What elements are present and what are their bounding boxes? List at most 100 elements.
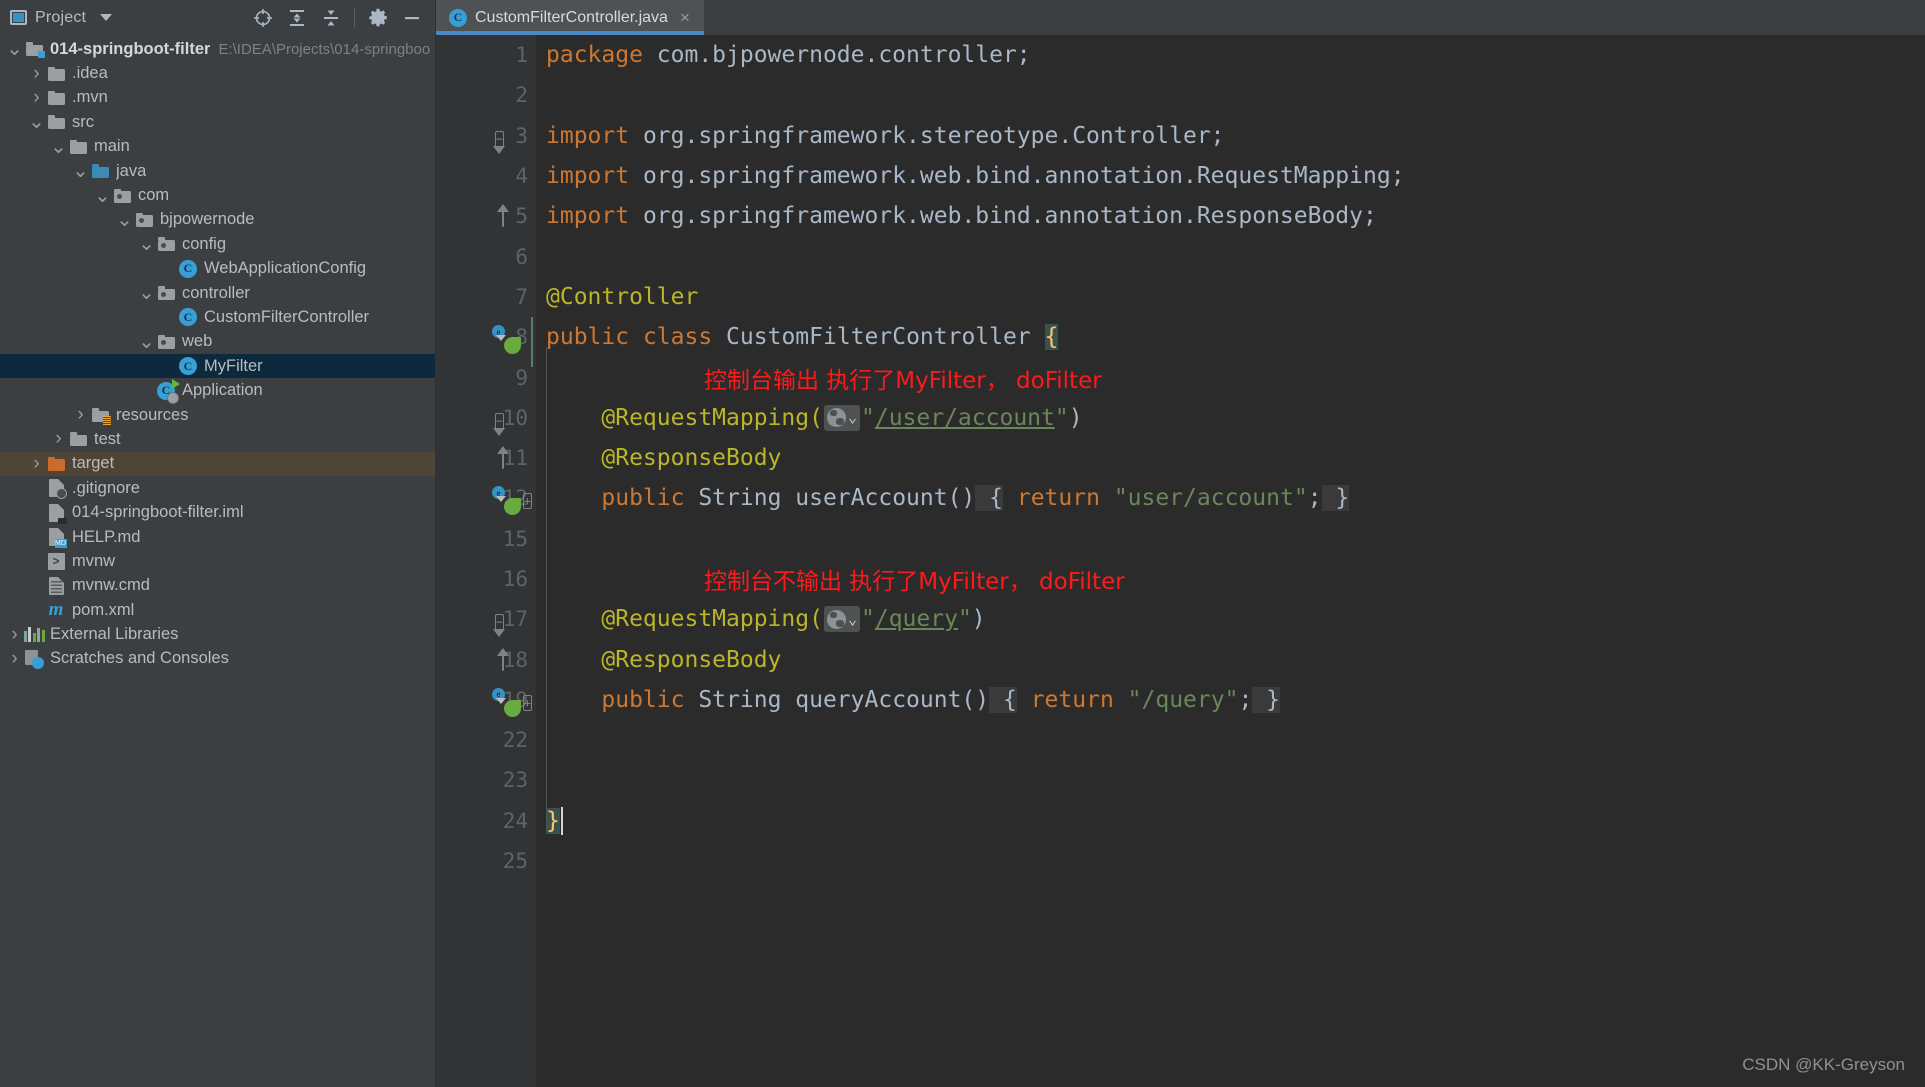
gutter-line-16[interactable]: 16 [436, 559, 536, 599]
project-panel-title[interactable]: Project [10, 9, 113, 27]
code-line-25[interactable] [546, 841, 1925, 881]
tree-item-014-springboot-filter-iml[interactable]: 014-springboot-filter.iml [0, 500, 435, 524]
code-line-8[interactable]: public class CustomFilterController { [546, 317, 1925, 357]
expand-all-icon[interactable] [280, 3, 314, 33]
code-fold-collapse-icon[interactable]: − [494, 614, 504, 631]
code-line-3[interactable]: import org.springframework.stereotype.Co… [546, 116, 1925, 156]
gutter-line-5[interactable]: 5 [436, 196, 536, 236]
code-line-18[interactable]: @ResponseBody [546, 639, 1925, 679]
locate-icon[interactable] [246, 3, 280, 33]
tree-item-test[interactable]: › test [0, 427, 435, 451]
gutter-line-23[interactable]: 23 [436, 760, 536, 800]
code-line-24[interactable]: } [546, 801, 1925, 841]
gutter-line-18[interactable]: 18 [436, 639, 536, 679]
chevron-down-icon[interactable]: ⌄ [6, 39, 23, 59]
tree-item-mvnw-cmd[interactable]: mvnw.cmd [0, 574, 435, 598]
chevron-right-icon[interactable]: › [72, 405, 89, 424]
code-line-2[interactable] [546, 75, 1925, 115]
gutter-line-4[interactable]: 4 [436, 156, 536, 196]
code-fold-end-icon[interactable] [502, 654, 504, 671]
gutter-line-22[interactable]: 22 [436, 720, 536, 760]
tree-item-pom-xml[interactable]: m pom.xml [0, 598, 435, 622]
code-line-23[interactable] [546, 760, 1925, 800]
chevron-right-icon[interactable]: › [28, 454, 45, 473]
tree-item-controller[interactable]: ⌄ controller [0, 281, 435, 305]
gutter-line-6[interactable]: 6 [436, 236, 536, 276]
code-line-6[interactable] [546, 236, 1925, 276]
tree-item-application[interactable]: C Application [0, 378, 435, 404]
gutter-marker[interactable] [502, 446, 504, 470]
gutter-line-19[interactable]: e+19 [436, 680, 536, 720]
chevron-down-icon[interactable]: ⌄ [138, 234, 155, 254]
tree-item-com[interactable]: ⌄ com [0, 183, 435, 207]
gutter-marker[interactable]: − [494, 124, 504, 148]
gutter-line-24[interactable]: 24 [436, 801, 536, 841]
gutter-marker[interactable] [502, 648, 504, 672]
code-line-11[interactable]: @ResponseBody [546, 438, 1925, 478]
code-line-19[interactable]: public String queryAccount() { return "/… [546, 680, 1925, 720]
gutter-line-3[interactable]: −3 [436, 116, 536, 156]
tab-custom-filter-controller[interactable]: C CustomFilterController.java × [436, 0, 704, 35]
chevron-right-icon[interactable]: › [50, 429, 67, 448]
gutter-line-2[interactable]: 2 [436, 75, 536, 115]
gutter-marker[interactable] [502, 204, 504, 228]
chevron-down-icon[interactable]: ⌄ [848, 611, 857, 627]
tree-item-customfiltercontroller[interactable]: C CustomFilterController [0, 305, 435, 329]
chevron-right-icon[interactable]: › [28, 64, 45, 83]
code-line-9[interactable]: 控制台输出 执行了MyFilter， doFilter [546, 357, 1925, 397]
tree-item-src[interactable]: ⌄ src [0, 110, 435, 134]
gutter-line-12[interactable]: e+12 [436, 478, 536, 518]
tree-item-java[interactable]: ⌄ java [0, 159, 435, 183]
editor-code-area[interactable]: package com.bjpowernode.controller; impor… [536, 35, 1925, 1087]
code-line-4[interactable]: import org.springframework.web.bind.anno… [546, 156, 1925, 196]
tree-item-myfilter[interactable]: C MyFilter [0, 354, 435, 379]
code-line-5[interactable]: import org.springframework.web.bind.anno… [546, 196, 1925, 236]
project-tree[interactable]: ⌄ 014-springboot-filter E:\IDEA\Projects\0… [0, 35, 436, 1087]
tree-item-help-md[interactable]: MD HELP.md [0, 525, 435, 549]
code-line-16[interactable]: 控制台不输出 执行了MyFilter， doFilter [546, 559, 1925, 599]
tree-item-bjpowernode[interactable]: ⌄ bjpowernode [0, 208, 435, 232]
chevron-down-icon[interactable]: ⌄ [28, 112, 45, 132]
close-icon[interactable]: × [680, 9, 690, 26]
tree-item-scratches-and-consoles[interactable]: › Scratches and Consoles [0, 647, 435, 671]
tree-item-resources[interactable]: › resources [0, 403, 435, 427]
code-line-1[interactable]: package com.bjpowernode.controller; [546, 35, 1925, 75]
url-mapping-widget[interactable]: ⌄ [823, 606, 860, 633]
code-line-7[interactable]: @Controller [546, 277, 1925, 317]
gutter-marker[interactable]: − [494, 406, 504, 430]
tree-item-gitignore[interactable]: .gitignore [0, 476, 435, 500]
gutter-line-8[interactable]: e8 [436, 317, 536, 368]
gutter-line-11[interactable]: 11 [436, 438, 536, 478]
code-line-10[interactable]: @RequestMapping(⌄ "/user/account ") [546, 398, 1925, 438]
code-line-22[interactable] [546, 720, 1925, 760]
tree-item-idea[interactable]: › .idea [0, 61, 435, 85]
tree-item-external-libraries[interactable]: › External Libraries [0, 622, 435, 646]
chevron-down-icon[interactable]: ⌄ [72, 161, 89, 181]
tree-item-web[interactable]: ⌄ web [0, 330, 435, 354]
gutter-line-10[interactable]: −10 [436, 398, 536, 438]
code-fold-collapse-icon[interactable]: − [494, 412, 504, 429]
gutter-marker[interactable]: − [494, 607, 504, 631]
gutter-line-15[interactable]: 15 [436, 519, 536, 559]
code-line-15[interactable] [546, 519, 1925, 559]
code-editor[interactable]: 12−34567e89−1011e+121516−1718e+192223242… [436, 35, 1925, 1087]
chevron-right-icon[interactable]: › [28, 88, 45, 107]
code-fold-end-icon[interactable] [502, 453, 504, 470]
chevron-down-icon[interactable]: ⌄ [50, 137, 67, 157]
code-fold-end-icon[interactable] [502, 211, 504, 228]
collapse-all-icon[interactable] [314, 3, 348, 33]
gear-icon[interactable] [361, 3, 395, 33]
chevron-down-icon[interactable] [100, 14, 113, 21]
gutter-line-9[interactable]: 9 [436, 357, 536, 397]
tree-item-main[interactable]: ⌄ main [0, 135, 435, 159]
code-fold-collapse-icon[interactable]: − [494, 130, 504, 147]
chevron-down-icon[interactable]: ⌄ [848, 410, 857, 425]
gutter-line-25[interactable]: 25 [436, 841, 536, 881]
expand-inline-icon[interactable]: + [522, 486, 532, 510]
chevron-right-icon[interactable]: › [6, 649, 23, 668]
editor-gutter[interactable]: 12−34567e89−1011e+121516−1718e+192223242… [436, 35, 536, 1087]
tree-item-mvnw[interactable]: > mvnw [0, 549, 435, 573]
gutter-line-7[interactable]: 7 [436, 277, 536, 317]
gutter-line-1[interactable]: 1 [436, 35, 536, 75]
minimize-icon[interactable] [395, 3, 429, 33]
